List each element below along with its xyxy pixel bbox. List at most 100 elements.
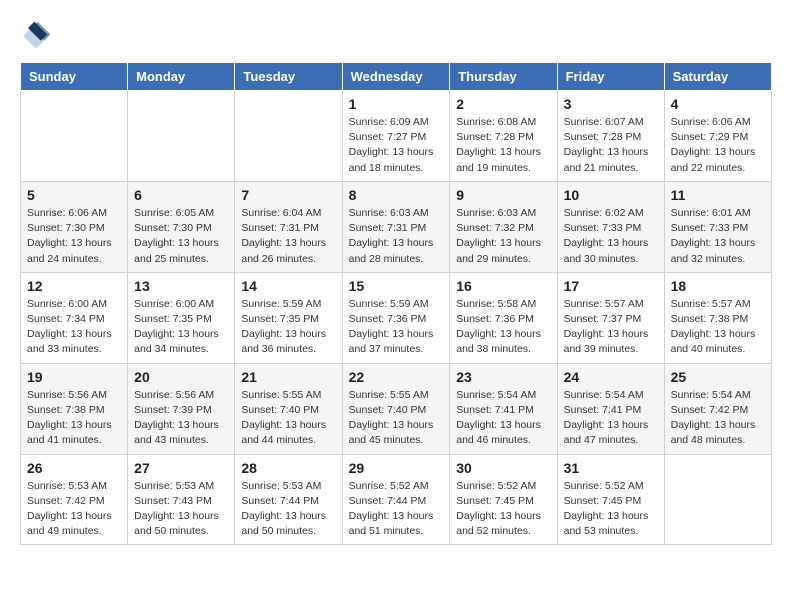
day-number: 29 (349, 460, 444, 476)
calendar-table: SundayMondayTuesdayWednesdayThursdayFrid… (20, 62, 772, 545)
page-header (20, 20, 772, 52)
day-number: 18 (671, 278, 765, 294)
week-row-1: 1 Sunrise: 6:09 AM Sunset: 7:27 PM Daylig… (21, 91, 772, 182)
day-info: Sunrise: 6:05 AM Sunset: 7:30 PM Dayligh… (134, 206, 228, 267)
day-info: Sunrise: 5:56 AM Sunset: 7:38 PM Dayligh… (27, 388, 121, 449)
day-info: Sunrise: 5:59 AM Sunset: 7:35 PM Dayligh… (241, 297, 335, 358)
calendar-cell: 31 Sunrise: 5:52 AM Sunset: 7:45 PM Dayli… (557, 454, 664, 545)
day-number: 7 (241, 187, 335, 203)
day-number: 13 (134, 278, 228, 294)
day-header-friday: Friday (557, 63, 664, 91)
calendar-cell: 14 Sunrise: 5:59 AM Sunset: 7:35 PM Dayli… (235, 272, 342, 363)
calendar-cell: 17 Sunrise: 5:57 AM Sunset: 7:37 PM Dayli… (557, 272, 664, 363)
calendar-cell: 18 Sunrise: 5:57 AM Sunset: 7:38 PM Dayli… (664, 272, 771, 363)
calendar-cell: 7 Sunrise: 6:04 AM Sunset: 7:31 PM Daylig… (235, 181, 342, 272)
day-info: Sunrise: 5:52 AM Sunset: 7:45 PM Dayligh… (456, 479, 550, 540)
day-info: Sunrise: 6:04 AM Sunset: 7:31 PM Dayligh… (241, 206, 335, 267)
calendar-cell: 1 Sunrise: 6:09 AM Sunset: 7:27 PM Daylig… (342, 91, 450, 182)
calendar-cell: 20Sunrise: 5:56 AM Sunset: 7:39 PM Dayli… (128, 363, 235, 454)
calendar-cell: 5 Sunrise: 6:06 AM Sunset: 7:30 PM Daylig… (21, 181, 128, 272)
logo (20, 20, 56, 52)
day-number: 17 (564, 278, 658, 294)
day-number: 14 (241, 278, 335, 294)
calendar-cell: 12 Sunrise: 6:00 AM Sunset: 7:34 PM Dayli… (21, 272, 128, 363)
day-number: 12 (27, 278, 121, 294)
calendar-cell (128, 91, 235, 182)
calendar-cell: 3 Sunrise: 6:07 AM Sunset: 7:28 PM Daylig… (557, 91, 664, 182)
week-row-3: 12 Sunrise: 6:00 AM Sunset: 7:34 PM Dayli… (21, 272, 772, 363)
day-number: 22 (349, 369, 444, 385)
day-info: Sunrise: 5:52 AM Sunset: 7:45 PM Dayligh… (564, 479, 658, 540)
calendar-cell: 24 Sunrise: 5:54 AM Sunset: 7:41 PM Dayli… (557, 363, 664, 454)
day-info: Sunrise: 6:00 AM Sunset: 7:35 PM Dayligh… (134, 297, 228, 358)
calendar-cell: 29 Sunrise: 5:52 AM Sunset: 7:44 PM Dayli… (342, 454, 450, 545)
day-number: 24 (564, 369, 658, 385)
day-info: Sunrise: 5:57 AM Sunset: 7:38 PM Dayligh… (671, 297, 765, 358)
day-number: 11 (671, 187, 765, 203)
logo-icon (20, 20, 52, 52)
calendar-cell: 6 Sunrise: 6:05 AM Sunset: 7:30 PM Daylig… (128, 181, 235, 272)
day-number: 27 (134, 460, 228, 476)
calendar-cell: 16 Sunrise: 5:58 AM Sunset: 7:36 PM Dayli… (450, 272, 557, 363)
day-header-saturday: Saturday (664, 63, 771, 91)
week-row-5: 26 Sunrise: 5:53 AM Sunset: 7:42 PM Dayli… (21, 454, 772, 545)
day-info: Sunrise: 6:06 AM Sunset: 7:29 PM Dayligh… (671, 115, 765, 176)
calendar-cell: 27Sunrise: 5:53 AM Sunset: 7:43 PM Dayli… (128, 454, 235, 545)
day-info: Sunrise: 6:07 AM Sunset: 7:28 PM Dayligh… (564, 115, 658, 176)
calendar-cell: 21Sunrise: 5:55 AM Sunset: 7:40 PM Dayli… (235, 363, 342, 454)
day-number: 19 (27, 369, 121, 385)
day-number: 15 (349, 278, 444, 294)
day-number: 4 (671, 96, 765, 112)
day-info: Sunrise: 5:52 AM Sunset: 7:44 PM Dayligh… (349, 479, 444, 540)
day-info: Sunrise: 6:09 AM Sunset: 7:27 PM Dayligh… (349, 115, 444, 176)
day-info: Sunrise: 5:54 AM Sunset: 7:42 PM Dayligh… (671, 388, 765, 449)
calendar-cell: 15Sunrise: 5:59 AM Sunset: 7:36 PM Dayli… (342, 272, 450, 363)
day-info: Sunrise: 6:00 AM Sunset: 7:34 PM Dayligh… (27, 297, 121, 358)
day-header-tuesday: Tuesday (235, 63, 342, 91)
day-info: Sunrise: 6:06 AM Sunset: 7:30 PM Dayligh… (27, 206, 121, 267)
day-number: 6 (134, 187, 228, 203)
day-info: Sunrise: 6:08 AM Sunset: 7:28 PM Dayligh… (456, 115, 550, 176)
calendar-cell: 2 Sunrise: 6:08 AM Sunset: 7:28 PM Daylig… (450, 91, 557, 182)
day-header-sunday: Sunday (21, 63, 128, 91)
day-number: 23 (456, 369, 550, 385)
calendar-cell: 30Sunrise: 5:52 AM Sunset: 7:45 PM Dayli… (450, 454, 557, 545)
day-info: Sunrise: 5:57 AM Sunset: 7:37 PM Dayligh… (564, 297, 658, 358)
calendar-cell (235, 91, 342, 182)
day-number: 31 (564, 460, 658, 476)
day-number: 2 (456, 96, 550, 112)
day-number: 25 (671, 369, 765, 385)
day-header-thursday: Thursday (450, 63, 557, 91)
calendar-cell: 11 Sunrise: 6:01 AM Sunset: 7:33 PM Dayli… (664, 181, 771, 272)
calendar-cell: 19 Sunrise: 5:56 AM Sunset: 7:38 PM Dayli… (21, 363, 128, 454)
calendar-cell: 22 Sunrise: 5:55 AM Sunset: 7:40 PM Dayli… (342, 363, 450, 454)
day-info: Sunrise: 5:55 AM Sunset: 7:40 PM Dayligh… (349, 388, 444, 449)
day-info: Sunrise: 5:58 AM Sunset: 7:36 PM Dayligh… (456, 297, 550, 358)
week-row-2: 5 Sunrise: 6:06 AM Sunset: 7:30 PM Daylig… (21, 181, 772, 272)
day-number: 20 (134, 369, 228, 385)
day-number: 26 (27, 460, 121, 476)
calendar-cell: 25 Sunrise: 5:54 AM Sunset: 7:42 PM Dayli… (664, 363, 771, 454)
day-number: 1 (349, 96, 444, 112)
calendar-cell: 28Sunrise: 5:53 AM Sunset: 7:44 PM Dayli… (235, 454, 342, 545)
day-number: 3 (564, 96, 658, 112)
calendar-cell (664, 454, 771, 545)
day-info: Sunrise: 5:54 AM Sunset: 7:41 PM Dayligh… (456, 388, 550, 449)
day-info: Sunrise: 5:54 AM Sunset: 7:41 PM Dayligh… (564, 388, 658, 449)
calendar-cell: 10 Sunrise: 6:02 AM Sunset: 7:33 PM Dayli… (557, 181, 664, 272)
calendar-cell: 26 Sunrise: 5:53 AM Sunset: 7:42 PM Dayli… (21, 454, 128, 545)
calendar-cell: 23 Sunrise: 5:54 AM Sunset: 7:41 PM Dayli… (450, 363, 557, 454)
day-header-monday: Monday (128, 63, 235, 91)
day-info: Sunrise: 6:03 AM Sunset: 7:32 PM Dayligh… (456, 206, 550, 267)
calendar-header: SundayMondayTuesdayWednesdayThursdayFrid… (21, 63, 772, 91)
day-number: 8 (349, 187, 444, 203)
calendar-cell: 13 Sunrise: 6:00 AM Sunset: 7:35 PM Dayli… (128, 272, 235, 363)
day-info: Sunrise: 5:53 AM Sunset: 7:42 PM Dayligh… (27, 479, 121, 540)
day-number: 9 (456, 187, 550, 203)
day-info: Sunrise: 6:02 AM Sunset: 7:33 PM Dayligh… (564, 206, 658, 267)
calendar-cell: 9 Sunrise: 6:03 AM Sunset: 7:32 PM Daylig… (450, 181, 557, 272)
day-number: 10 (564, 187, 658, 203)
day-info: Sunrise: 6:01 AM Sunset: 7:33 PM Dayligh… (671, 206, 765, 267)
day-number: 5 (27, 187, 121, 203)
day-number: 16 (456, 278, 550, 294)
